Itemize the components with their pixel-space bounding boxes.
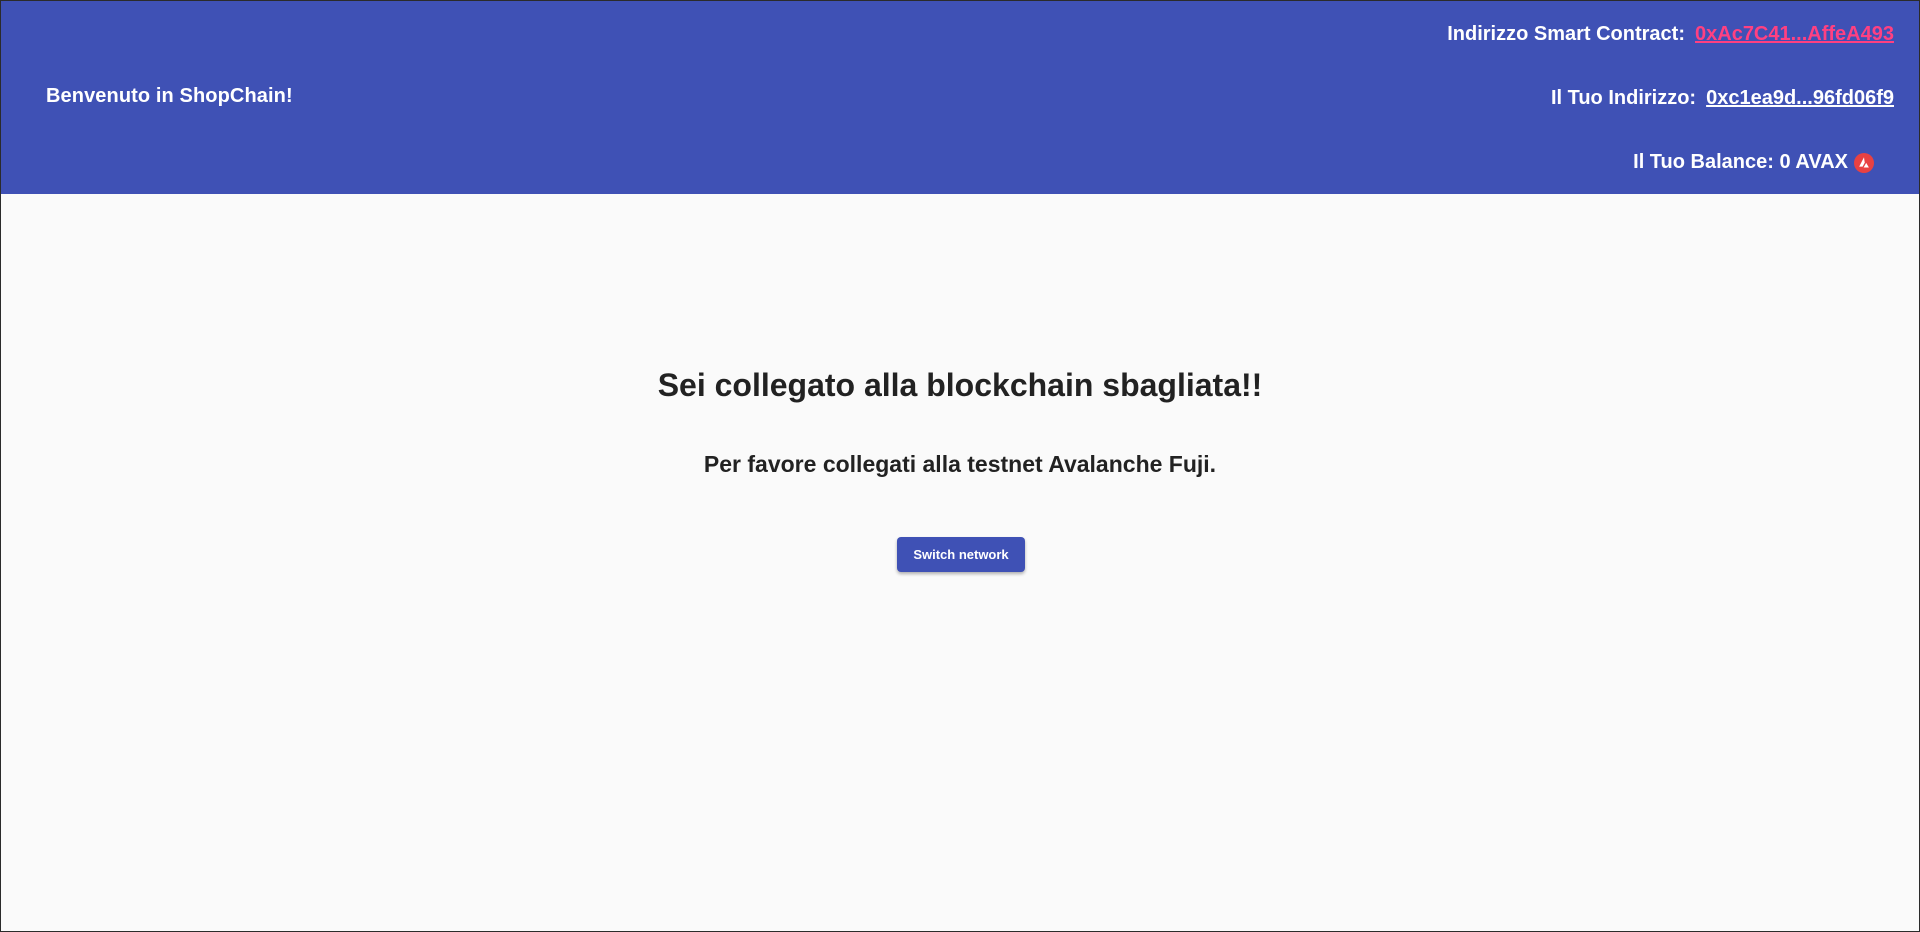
contract-address-link[interactable]: 0xAc7C41...AffeA493 xyxy=(1695,23,1894,46)
user-address-row: Il Tuo Indirizzo: 0xc1ea9d...96fd06f9 xyxy=(1551,87,1894,110)
contract-address-row: Indirizzo Smart Contract: 0xAc7C41...Aff… xyxy=(1447,23,1894,46)
welcome-text: Benvenuto in ShopChain! xyxy=(46,85,293,107)
balance-row: Il Tuo Balance: 0 AVAX xyxy=(1633,151,1875,174)
wrong-network-subtitle: Per favore collegati alla testnet Avalan… xyxy=(703,451,1217,477)
switch-network-button[interactable]: Switch network xyxy=(897,537,1025,572)
app-window: Benvenuto in ShopChain! Indirizzo Smart … xyxy=(0,0,1920,932)
app-header: Benvenuto in ShopChain! Indirizzo Smart … xyxy=(1,1,1919,194)
wrong-network-title: Sei collegato alla blockchain sbagliata!… xyxy=(657,367,1263,403)
main-content: Sei collegato alla blockchain sbagliata!… xyxy=(1,194,1919,931)
user-address-link[interactable]: 0xc1ea9d...96fd06f9 xyxy=(1706,87,1894,110)
avalanche-icon xyxy=(1853,152,1875,174)
balance-text: Il Tuo Balance: 0 AVAX xyxy=(1633,151,1848,173)
user-address-label: Il Tuo Indirizzo: xyxy=(1550,87,1697,109)
contract-address-label: Indirizzo Smart Contract: xyxy=(1447,23,1685,45)
